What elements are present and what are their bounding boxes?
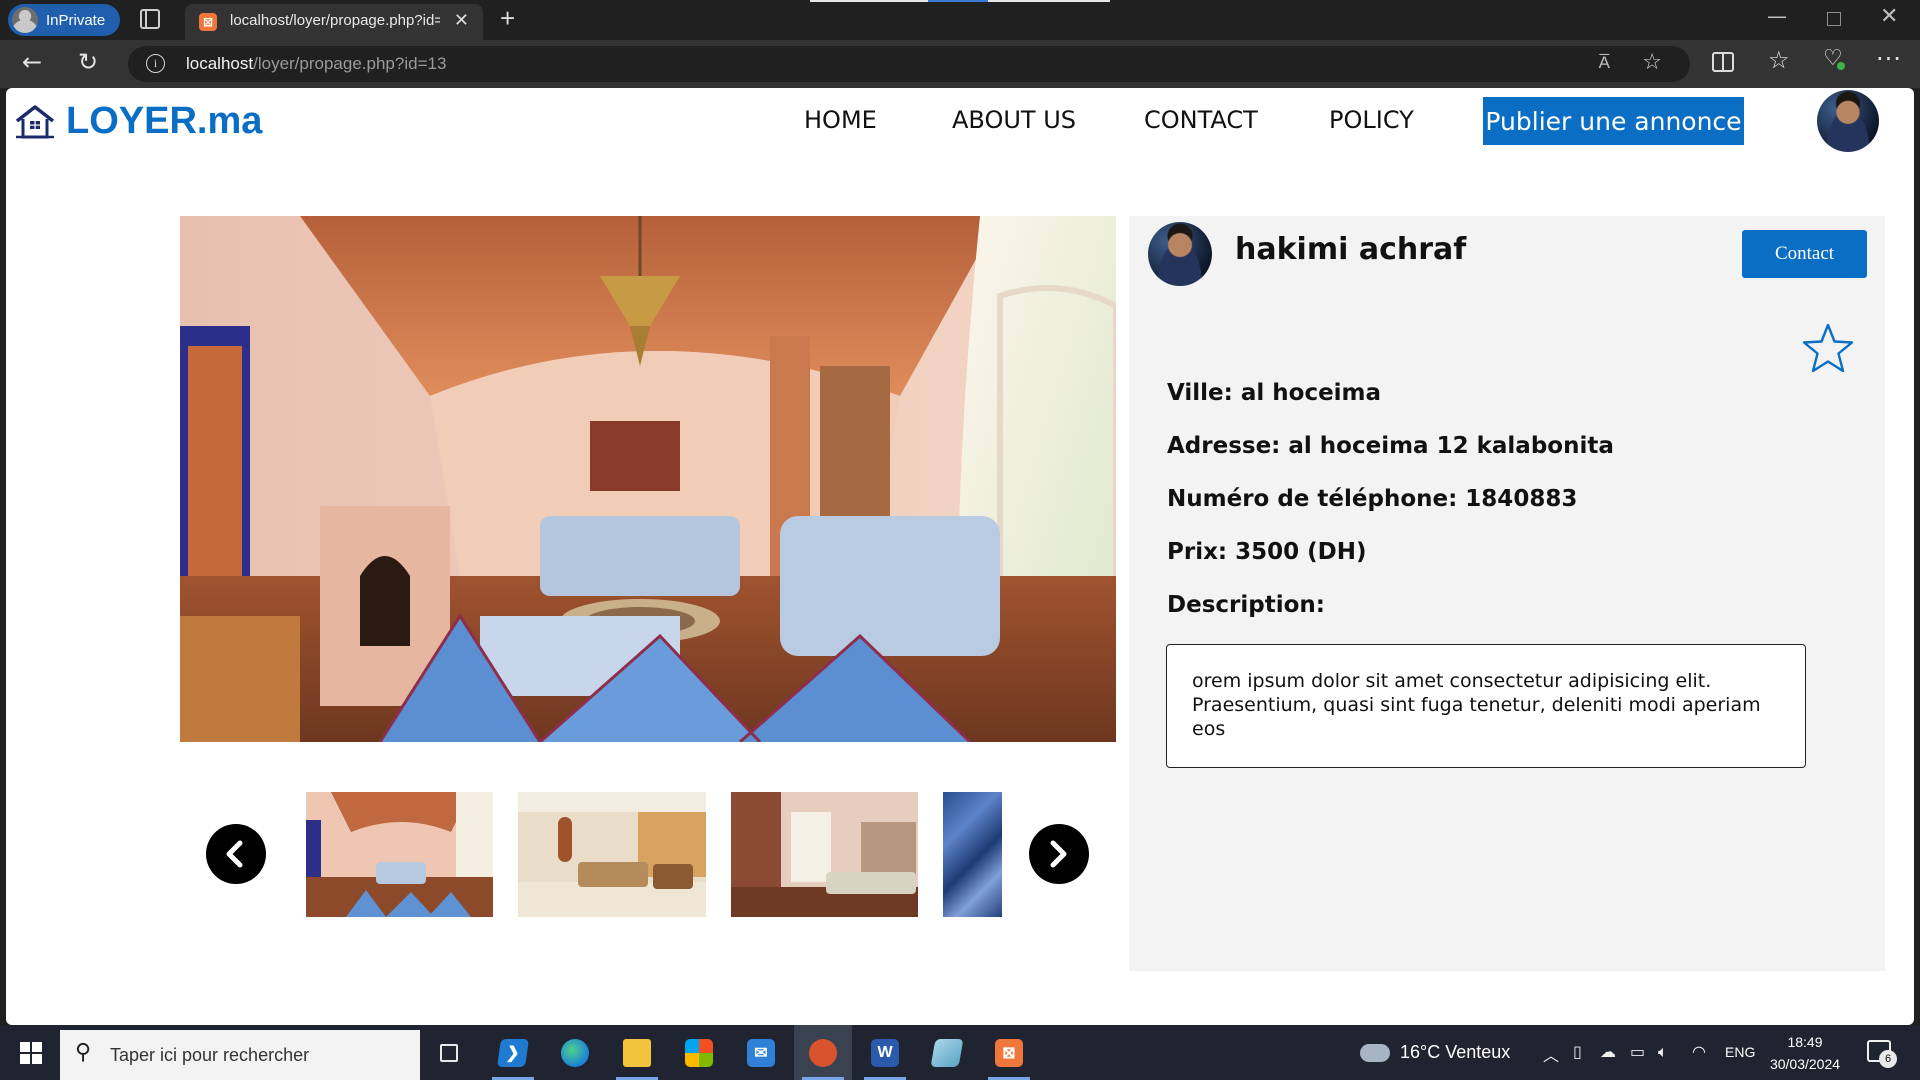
mail-icon[interactable]: ✉	[732, 1025, 790, 1080]
show-hidden-icons-chevron-icon[interactable]: ︿	[1543, 1042, 1559, 1066]
owner-avatar[interactable]	[1148, 222, 1212, 286]
clock-time: 18:49	[1787, 1034, 1823, 1050]
active-app-icon[interactable]	[794, 1025, 852, 1080]
notifications-icon[interactable]: 6	[1867, 1040, 1897, 1068]
device-icon[interactable]: ▯	[1573, 1042, 1582, 1061]
minimize-window-icon[interactable]: —	[1767, 4, 1787, 28]
back-arrow-icon[interactable]: ←	[22, 48, 42, 76]
house-icon	[15, 104, 55, 138]
add-favorite-star-icon[interactable]: ☆	[1642, 50, 1662, 75]
language-indicator[interactable]: ENG	[1725, 1044, 1755, 1060]
split-screen-icon[interactable]	[1712, 52, 1734, 72]
volume-icon[interactable]: 🔈︎	[1658, 1042, 1668, 1062]
battery-icon[interactable]: ▭	[1630, 1042, 1645, 1061]
detail-address: Adresse: al hoceima 12 kalabonita	[1167, 433, 1614, 459]
carousel-prev-button[interactable]	[206, 824, 266, 884]
address-bar[interactable]: i localhost/loyer/propage.php?id=13 A̅ ☆	[128, 46, 1690, 82]
main-listing-photo	[180, 216, 1116, 742]
browser-essentials-icon[interactable]: ♡	[1823, 46, 1845, 71]
browser-tab[interactable]: ⊠ localhost/loyer/propage.php?id=13 ✕	[185, 4, 483, 40]
close-tab-icon[interactable]: ✕	[454, 10, 469, 31]
windows-start-icon[interactable]	[20, 1042, 42, 1064]
xampp-icon[interactable]: ⊠	[980, 1025, 1038, 1080]
chevron-left-icon	[226, 840, 243, 868]
detail-price: Prix: 3500 (DH)	[1167, 539, 1367, 565]
clock[interactable]: 18:49 30/03/2024	[1765, 1031, 1845, 1075]
maximize-window-icon[interactable]	[1827, 12, 1841, 26]
cloud-sync-icon[interactable]: ☁	[1600, 1042, 1616, 1061]
reload-icon[interactable]: ↻	[78, 48, 98, 76]
site-info-icon[interactable]: i	[146, 54, 165, 73]
tab-actions-icon[interactable]	[140, 9, 160, 29]
clock-date: 30/03/2024	[1769, 1056, 1841, 1072]
notification-count-badge: 6	[1879, 1050, 1897, 1068]
read-aloud-icon[interactable]: A̅	[1599, 53, 1610, 73]
detail-phone: Numéro de téléphone: 1840883	[1167, 486, 1578, 512]
user-avatar[interactable]	[1817, 90, 1879, 152]
description-box: orem ipsum dolor sit amet consectetur ad…	[1166, 644, 1806, 768]
microsoft-store-icon[interactable]	[670, 1025, 728, 1080]
listing-info-panel: hakimi achraf Contact Ville: al hoceima …	[1129, 216, 1885, 971]
thumbnail-2[interactable]	[518, 792, 706, 917]
detail-city: Ville: al hoceima	[1167, 380, 1382, 406]
profile-icon	[12, 7, 38, 33]
thumbnail-4[interactable]	[943, 792, 1002, 917]
vs-code-icon[interactable]: ❯	[484, 1025, 542, 1080]
tab-title: localhost/loyer/propage.php?id=13	[230, 12, 440, 29]
living-room-photo	[180, 216, 1116, 742]
url-host: localhost	[186, 54, 254, 73]
owner-name: hakimi achraf	[1235, 232, 1467, 267]
url-path: /loyer/propage.php?id=13	[253, 54, 447, 73]
chevron-right-icon	[1050, 840, 1067, 868]
carousel-next-button[interactable]	[1029, 824, 1089, 884]
nav-home-link[interactable]: HOME	[804, 106, 877, 134]
site-logo[interactable]: LOYER.ma	[14, 100, 262, 143]
contact-button[interactable]: Contact	[1742, 230, 1867, 278]
url-text[interactable]: localhost/loyer/propage.php?id=13	[186, 54, 446, 74]
new-tab-icon[interactable]: +	[500, 3, 515, 34]
thumbnail-3[interactable]	[731, 792, 918, 917]
weather-text: 16°C Venteux	[1400, 1042, 1511, 1062]
page-viewport: LOYER.ma HOME ABOUT US CONTACT POLICY Pu…	[6, 88, 1914, 1025]
xampp-favicon-icon: ⊠	[199, 13, 217, 31]
close-window-icon[interactable]: ✕	[1880, 4, 1898, 29]
browser-tab-bar: InPrivate ⊠ localhost/loyer/propage.php?…	[0, 0, 1920, 40]
weather-widget[interactable]: 16°C Venteux	[1360, 1042, 1510, 1063]
description-label: Description:	[1167, 592, 1325, 618]
more-options-icon[interactable]: ···	[1876, 45, 1902, 73]
file-explorer-icon[interactable]	[608, 1025, 666, 1080]
task-view-icon[interactable]	[420, 1025, 478, 1080]
search-placeholder: Taper ici pour rechercher	[110, 1045, 310, 1065]
nav-about-link[interactable]: ABOUT US	[952, 106, 1076, 134]
taskbar-search-box[interactable]: ⚲ Taper ici pour rechercher	[60, 1030, 420, 1080]
word-icon[interactable]: W	[856, 1025, 914, 1080]
windows-taskbar: ⚲ Taper ici pour rechercher ❯ ✉ W ⊠ 16°C…	[0, 1025, 1920, 1080]
inprivate-label: InPrivate	[46, 11, 106, 29]
wind-cloud-icon	[1360, 1043, 1390, 1062]
generic-app-icon[interactable]	[918, 1025, 976, 1080]
site-brand-name: LOYER.ma	[66, 100, 263, 142]
tab-strip-indicator	[810, 0, 1110, 2]
nav-contact-link[interactable]: CONTACT	[1144, 106, 1258, 134]
inprivate-profile-button[interactable]: InPrivate	[8, 4, 120, 36]
favorites-icon[interactable]: ☆	[1768, 46, 1790, 74]
browser-toolbar: ← ↻ i localhost/loyer/propage.php?id=13 …	[0, 40, 1920, 88]
wifi-icon[interactable]: ◠	[1692, 1042, 1706, 1061]
publish-listing-button[interactable]: Publier une annonce	[1483, 97, 1744, 145]
search-icon: ⚲	[75, 1040, 92, 1065]
nav-policy-link[interactable]: POLICY	[1329, 106, 1414, 134]
thumbnail-1[interactable]	[306, 792, 493, 917]
edge-icon[interactable]	[546, 1025, 604, 1080]
favorite-star-icon[interactable]	[1801, 322, 1855, 374]
